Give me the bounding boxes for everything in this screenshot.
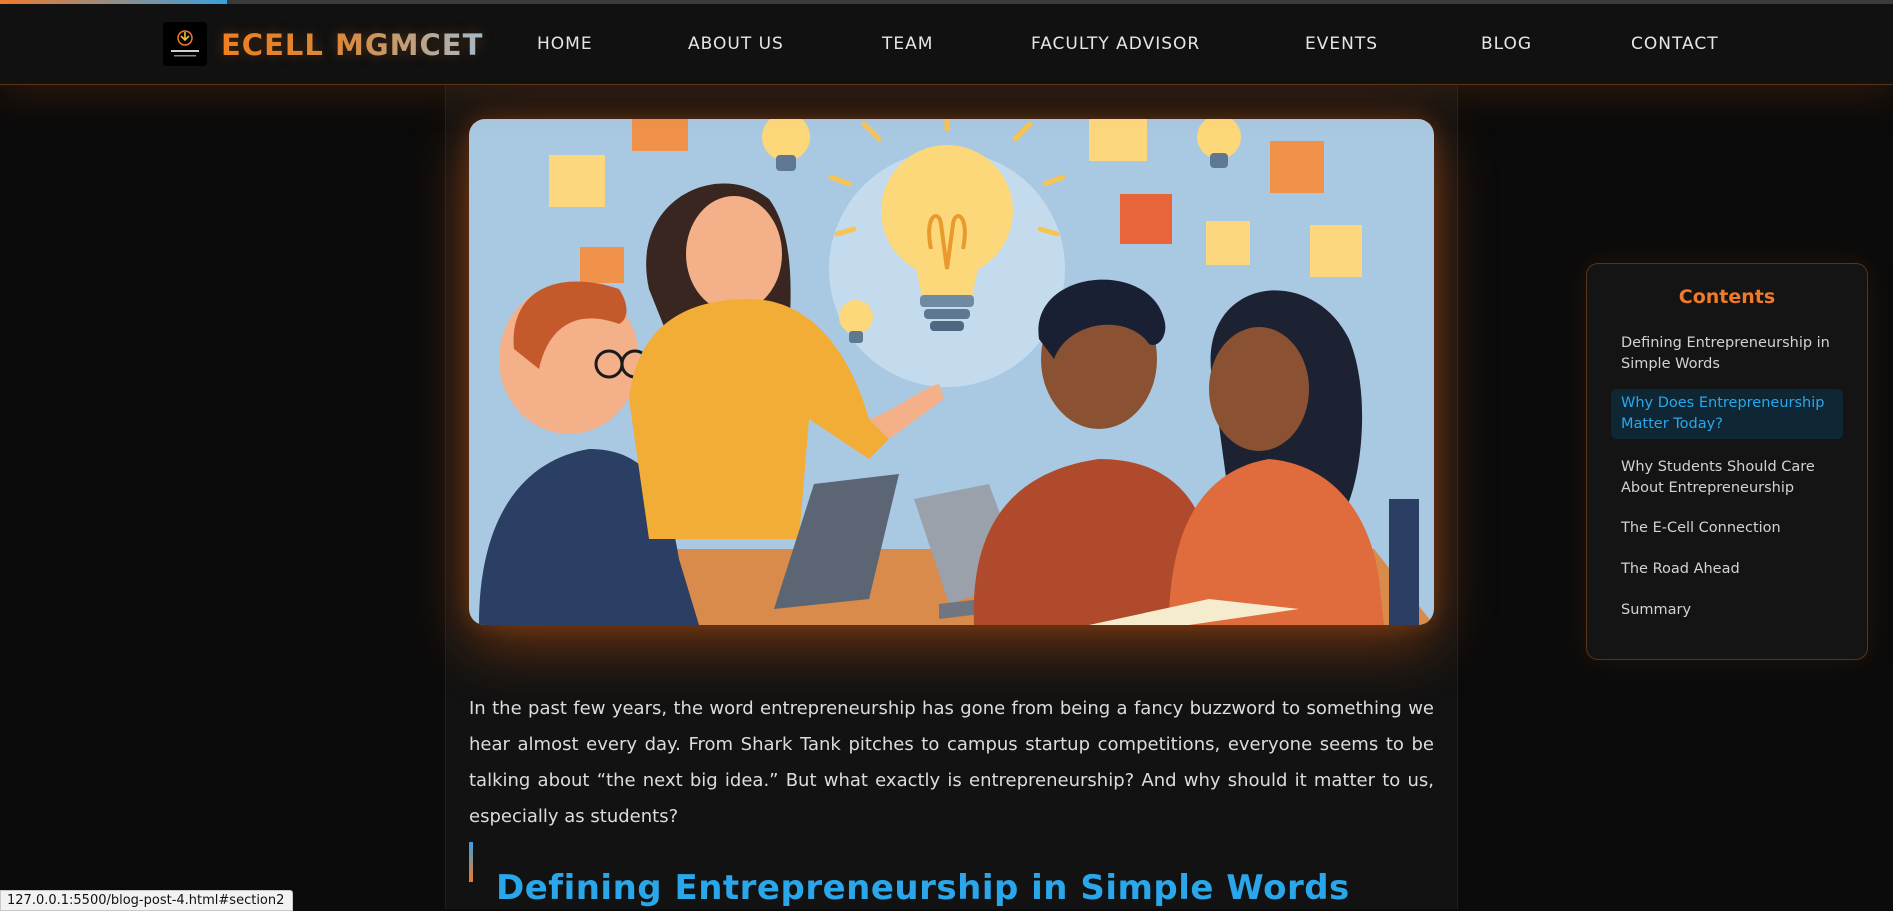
table-of-contents: Contents Defining Entrepreneurship in Si… (1586, 263, 1868, 660)
toc-item-summary[interactable]: Summary (1611, 596, 1843, 625)
navbar: ECELL MGMCET HOME ABOUT US TEAM FACULTY … (0, 4, 1893, 85)
brand-name[interactable]: ECELL MGMCET (221, 28, 483, 62)
nav-faculty-advisor[interactable]: FACULTY ADVISOR (1031, 34, 1200, 54)
reading-progress-track (0, 0, 1893, 4)
nav-blog[interactable]: BLOG (1481, 34, 1532, 54)
toc-item-road-ahead[interactable]: The Road Ahead (1611, 555, 1843, 584)
hero-image (469, 119, 1434, 625)
status-bar-url: 127.0.0.1:5500/blog-post-4.html#section2 (0, 890, 294, 911)
toc-title: Contents (1678, 286, 1776, 308)
nav-home[interactable]: HOME (537, 34, 593, 54)
section-heading-block: Defining Entrepreneurship in Simple Word… (469, 840, 1434, 908)
section-accent-bar (469, 842, 473, 882)
nav-contact[interactable]: CONTACT (1631, 34, 1719, 54)
toc-item-why-students-care[interactable]: Why Students Should Care About Entrepren… (1611, 453, 1843, 503)
nav-events[interactable]: EVENTS (1305, 34, 1378, 54)
reading-progress-fill (0, 0, 228, 4)
toc-item-ecell-connection[interactable]: The E-Cell Connection (1611, 514, 1843, 543)
article: In the past few years, the word entrepre… (445, 84, 1458, 909)
toc-item-defining-entrepreneurship[interactable]: Defining Entrepreneurship in Simple Word… (1611, 329, 1843, 379)
nav-about-us[interactable]: ABOUT US (688, 34, 784, 54)
ecell-logo-icon[interactable] (163, 22, 207, 66)
section-heading: Defining Entrepreneurship in Simple Word… (496, 868, 1350, 909)
intro-paragraph: In the past few years, the word entrepre… (469, 698, 1434, 827)
nav-team[interactable]: TEAM (882, 34, 933, 54)
toc-item-why-entrepreneurship-matters[interactable]: Why Does Entrepreneurship Matter Today? (1611, 389, 1843, 439)
